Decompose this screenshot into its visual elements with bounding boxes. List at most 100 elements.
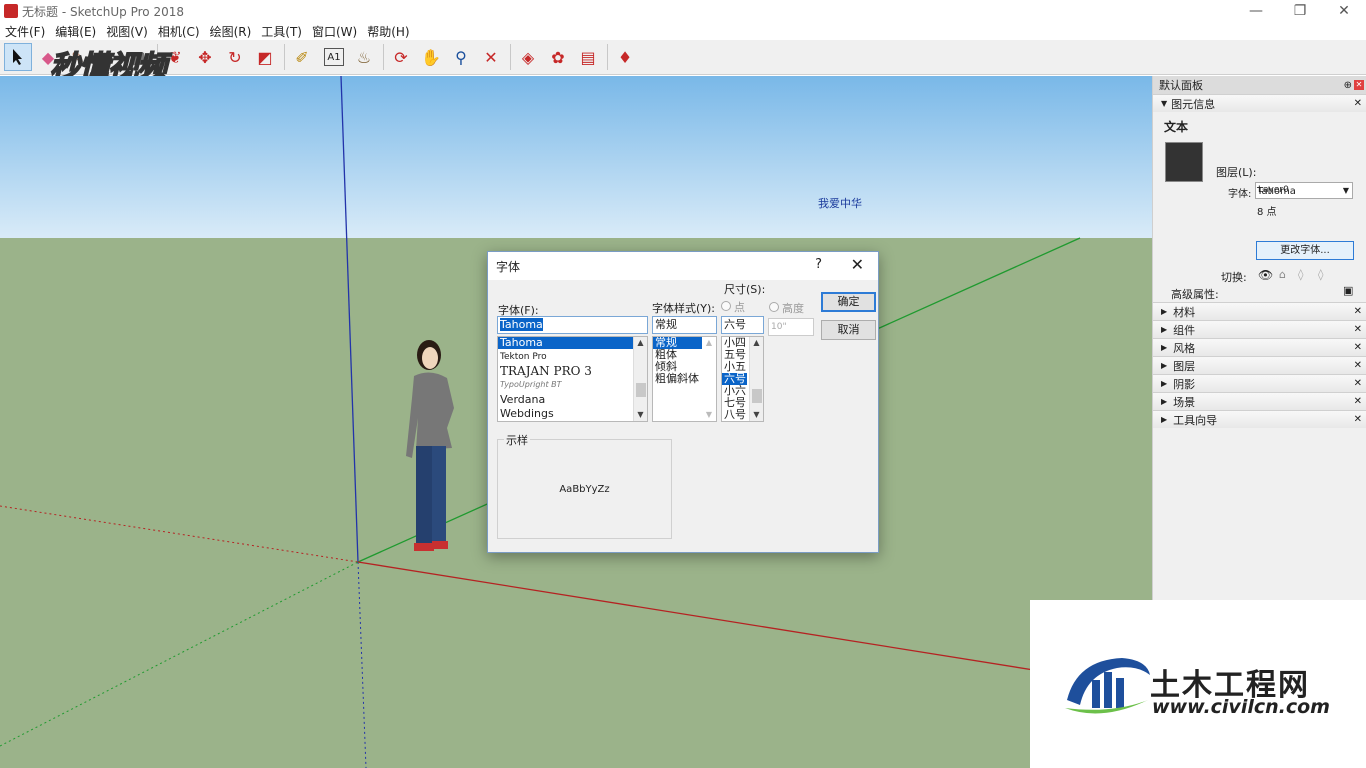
zoom-extents-icon[interactable]: ✕ — [477, 43, 505, 71]
tray-components[interactable]: ▶ 组件 ✕ — [1153, 320, 1366, 338]
restore-button[interactable]: ❐ — [1278, 0, 1322, 22]
tray-label: 组件 — [1173, 323, 1196, 337]
font-info-label: 字体: — [1228, 189, 1252, 200]
font-list-scrollbar[interactable]: ▲ ▼ — [633, 337, 647, 421]
menu-help[interactable]: 帮助(H) — [362, 23, 414, 40]
entity-type: 文本 — [1164, 120, 1189, 134]
help-button[interactable]: ? — [815, 257, 822, 272]
close-icon[interactable]: ✕ — [1354, 324, 1362, 335]
font-listbox[interactable]: Tahoma Tekton Pro TRAJAN PRO 3 TypoUprig… — [497, 336, 648, 422]
tray-close-icon[interactable]: ✕ — [1354, 80, 1364, 90]
scene-text-label[interactable]: 我爱中华 — [818, 195, 862, 211]
toolbar-separator — [510, 44, 511, 70]
height-radio[interactable] — [769, 302, 779, 312]
font-item[interactable]: Tekton Pro — [498, 351, 647, 363]
move-tool-icon[interactable]: ✥ — [191, 43, 219, 71]
scale-tool-icon[interactable]: ◩ — [251, 43, 279, 71]
text-tool-icon[interactable]: A1 — [324, 48, 344, 66]
font-item[interactable]: Tahoma — [498, 337, 647, 349]
scroll-thumb[interactable] — [636, 383, 646, 397]
entity-info-header[interactable]: ▼ 图元信息 ✕ — [1153, 94, 1366, 112]
scroll-down-icon[interactable]: ▼ — [750, 409, 763, 421]
scroll-down-icon[interactable]: ▼ — [702, 409, 716, 421]
pin-icon[interactable]: ⊕ — [1344, 80, 1352, 91]
tray-title: 默认面板 — [1159, 79, 1203, 92]
close-icon[interactable]: ✕ — [1354, 306, 1362, 317]
scroll-up-icon[interactable]: ▲ — [702, 337, 716, 349]
visibility-eye-icon[interactable]: 👁 — [1258, 268, 1273, 282]
tray-shadows[interactable]: ▶ 阴影 ✕ — [1153, 374, 1366, 392]
close-icon[interactable]: ✕ — [1354, 396, 1362, 407]
font-item[interactable]: TypoUpright BT — [498, 379, 647, 391]
dialog-titlebar: 字体 ? ✕ — [488, 252, 878, 280]
tray-scenes[interactable]: ▶ 场景 ✕ — [1153, 392, 1366, 410]
default-tray-panel: 默认面板 ⊕ ✕ ▼ 图元信息 ✕ 文本 图层(L): Layer0 ▼ 字体:… — [1152, 76, 1366, 600]
style-list-scrollbar[interactable]: ▲ ▼ — [702, 337, 716, 421]
height-input[interactable]: 10" — [768, 318, 814, 336]
close-icon[interactable]: ✕ — [1354, 378, 1362, 389]
ruby-console-icon[interactable]: ♦ — [611, 43, 639, 71]
tape-measure-icon[interactable]: ✐ — [288, 43, 316, 71]
zoom-tool-icon[interactable]: ⚲ — [447, 43, 475, 71]
advanced-toggle-icon[interactable]: ▣ — [1343, 284, 1353, 297]
dialog-title: 字体 — [496, 259, 521, 274]
tray-materials[interactable]: ▶ 材料 ✕ — [1153, 302, 1366, 320]
font-size-listbox[interactable]: 小四 五号 小五 六号 小六 七号 八号 ▲ ▼ — [721, 336, 764, 422]
scale-figure — [406, 340, 454, 551]
font-size-input[interactable]: 六号 — [721, 316, 764, 334]
expand-arrow-icon: ▶ — [1161, 397, 1168, 406]
cancel-button[interactable]: 取消 — [821, 320, 876, 340]
menu-file[interactable]: 文件(F) — [0, 23, 50, 40]
paint-bucket-icon[interactable]: ♨ — [350, 43, 378, 71]
advanced-label: 高级属性: — [1171, 288, 1219, 301]
toolbar-separator — [383, 44, 384, 70]
close-button[interactable]: ✕ — [1322, 0, 1366, 22]
extension-warehouse-icon[interactable]: ✿ — [544, 43, 572, 71]
warehouse-icon[interactable]: ◈ — [514, 43, 542, 71]
tray-styles[interactable]: ▶ 风格 ✕ — [1153, 338, 1366, 356]
menu-window[interactable]: 窗口(W) — [307, 23, 362, 40]
size-label: 尺寸(S): — [724, 283, 766, 296]
tray-layers[interactable]: ▶ 图层 ✕ — [1153, 356, 1366, 374]
menu-tools[interactable]: 工具(T) — [256, 23, 307, 40]
menu-draw[interactable]: 绘图(R) — [205, 23, 257, 40]
select-tool-icon[interactable] — [4, 43, 32, 71]
close-icon[interactable]: ✕ — [1354, 414, 1362, 425]
share-model-icon[interactable]: ▤ — [574, 43, 602, 71]
close-icon[interactable]: ✕ — [1354, 98, 1362, 109]
scroll-up-icon[interactable]: ▲ — [750, 337, 763, 349]
close-icon[interactable]: ✕ — [1354, 360, 1362, 371]
menu-view[interactable]: 视图(V) — [101, 23, 153, 40]
tray-header: 默认面板 ⊕ ✕ — [1153, 76, 1366, 94]
receive-shadow-icon[interactable]: ◊ — [1298, 268, 1303, 281]
font-style-input[interactable]: 常规 — [652, 316, 717, 334]
font-name-input[interactable]: Tahoma — [497, 316, 648, 334]
cast-shadow-icon[interactable]: ◊ — [1318, 268, 1323, 281]
font-item[interactable]: Webdings — [498, 408, 647, 420]
font-item[interactable]: TRAJAN PRO 3 — [498, 365, 647, 377]
point-radio[interactable] — [721, 301, 731, 311]
minimize-button[interactable]: — — [1234, 0, 1278, 22]
scroll-down-icon[interactable]: ▼ — [634, 409, 647, 421]
lock-icon[interactable]: ⌂ — [1279, 268, 1286, 281]
size-list-scrollbar[interactable]: ▲ ▼ — [749, 337, 763, 421]
tray-label: 阴影 — [1173, 377, 1196, 391]
pan-tool-icon[interactable]: ✋ — [417, 43, 445, 71]
menu-edit[interactable]: 编辑(E) — [50, 23, 101, 40]
change-font-button[interactable]: 更改字体... — [1256, 241, 1354, 260]
orbit-tool-icon[interactable]: ⟳ — [387, 43, 415, 71]
window-controls: — ❐ ✕ — [1234, 0, 1366, 22]
scroll-up-icon[interactable]: ▲ — [634, 337, 647, 349]
scroll-thumb[interactable] — [752, 389, 762, 403]
layer-label: 图层(L): — [1216, 166, 1257, 179]
color-swatch[interactable] — [1165, 142, 1203, 182]
dialog-close-button[interactable]: ✕ — [851, 255, 864, 274]
site-logo-overlay: 土木工程网 www.civilcn.com — [1030, 600, 1366, 768]
font-item[interactable]: Verdana — [498, 394, 647, 406]
font-style-listbox[interactable]: 常规 粗体 倾斜 粗偏斜体 ▲ ▼ — [652, 336, 717, 422]
tray-instructor[interactable]: ▶ 工具向导 ✕ — [1153, 410, 1366, 428]
rotate-tool-icon[interactable]: ↻ — [221, 43, 249, 71]
menu-camera[interactable]: 相机(C) — [153, 23, 205, 40]
ok-button[interactable]: 确定 — [821, 292, 876, 312]
close-icon[interactable]: ✕ — [1354, 342, 1362, 353]
